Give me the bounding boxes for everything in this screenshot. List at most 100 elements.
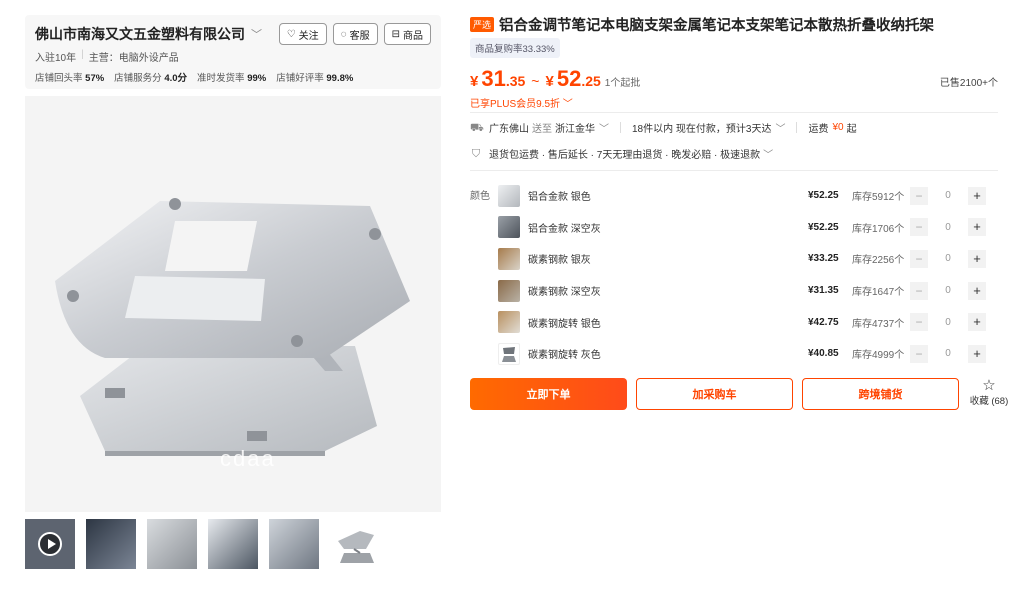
sku-stock: 库存4999个	[852, 350, 905, 362]
thumbnail-strip	[25, 519, 380, 569]
truck-icon: ⛟	[470, 121, 484, 134]
chevron-down-icon[interactable]: ﹀	[599, 120, 609, 135]
sku-list: 铝合金款 银色 ¥52.25 库存5912个 − 0 + 铝合金款 深空灰 ¥5…	[498, 180, 998, 370]
thumbnail[interactable]	[86, 519, 136, 569]
shield-icon: ⛉	[471, 147, 481, 160]
currency-symbol: ¥	[545, 73, 554, 90]
video-thumbnail[interactable]	[25, 519, 75, 569]
shop-card: 佛山市南海又文五金塑料有限公司 ﹀ ♡ 关注 ◌ 客服 ⊟ 商品 入驻10年 |…	[25, 15, 441, 89]
sku-stock: 库存5912个	[852, 192, 905, 204]
shop-stats: 店铺回头率 57% 店铺服务分 4.0分 准时发货率 99% 店铺好评率 99.…	[35, 70, 431, 84]
yanxuan-badge: 严选	[470, 17, 495, 32]
qty-minus-button[interactable]: −	[910, 281, 928, 300]
stand-thumb-icon	[338, 531, 374, 563]
goods-button[interactable]: ⊟ 商品	[383, 23, 431, 45]
repurchase-rate-badge: 商品复购率33.33%	[470, 38, 560, 58]
shop-header: 佛山市南海又文五金塑料有限公司 ﹀ ♡ 关注 ◌ 客服 ⊟ 商品	[35, 23, 431, 45]
shop-name[interactable]: 佛山市南海又文五金塑料有限公司	[35, 24, 245, 44]
ship-to-label: 送至	[532, 124, 552, 135]
shop-stat: 店铺回头率 57%	[35, 70, 104, 84]
qty-plus-button[interactable]: +	[968, 186, 986, 205]
sku-stock: 库存4737个	[852, 318, 905, 330]
qty-minus-button[interactable]: −	[910, 218, 928, 237]
ship-to[interactable]: 浙江金华	[555, 120, 595, 135]
stat-label: 店铺好评率	[276, 73, 324, 84]
services-text: 退货包运费 · 售后延长 · 7天无理由退货 · 晚发必赔 · 极速退款	[489, 150, 761, 161]
qty-plus-button[interactable]: +	[968, 218, 986, 237]
customer-service-button[interactable]: ◌ 客服	[332, 23, 378, 45]
qty-input[interactable]: 0	[928, 285, 968, 296]
sku-thumbnail[interactable]	[498, 216, 520, 239]
shop-years: 入驻10年	[35, 53, 77, 64]
thumbnail[interactable]	[208, 519, 258, 569]
store-icon: ⊟	[391, 28, 400, 40]
stand-thumb-icon	[502, 346, 516, 362]
divider	[796, 122, 798, 133]
thumbnail[interactable]	[147, 519, 197, 569]
qty-minus-button[interactable]: −	[910, 313, 928, 332]
qty-input[interactable]: 0	[928, 222, 968, 233]
sku-price: ¥52.25	[808, 221, 839, 233]
delivery-timing: 18件以内 现在付款，预计3天达	[632, 124, 772, 135]
qty-minus-button[interactable]: −	[910, 344, 928, 363]
shop-actions: ♡ 关注 ◌ 客服 ⊟ 商品	[278, 23, 431, 45]
product-title-row: 严选 铝合金调节笔记本电脑支架金属笔记本支架笔记本散热折叠收纳托架	[470, 14, 934, 35]
sku-stock: 库存1706个	[852, 223, 905, 235]
sku-thumbnail[interactable]	[498, 342, 520, 365]
sku-thumbnail[interactable]	[498, 184, 520, 207]
sku-name: 碳素钢款 深空灰	[528, 287, 601, 299]
price-max-int: 52	[556, 66, 582, 91]
services-row[interactable]: ⛉ 退货包运费 · 售后延长 · 7天无理由退货 · 晚发必赔 · 极速退款 ﹀	[470, 146, 774, 162]
add-to-cart-button[interactable]: 加采购车	[636, 378, 793, 410]
qty-plus-button[interactable]: +	[968, 313, 986, 332]
sku-name: 碳素钢旋转 银色	[528, 318, 601, 330]
qty-plus-button[interactable]: +	[968, 249, 986, 268]
plus-discount[interactable]: 已享PLUS会员9.5折 ﹀	[470, 95, 573, 110]
product-title: 铝合金调节笔记本电脑支架金属笔记本支架笔记本散热折叠收纳托架	[499, 18, 935, 34]
service-label: 客服	[349, 30, 370, 42]
chevron-down-icon: ﹀	[763, 150, 774, 161]
thumbnail[interactable]	[269, 519, 319, 569]
sku-row: 碳素钢款 深空灰 ¥31.35 库存1647个 − 0 +	[498, 275, 998, 307]
cross-border-button[interactable]: 跨境铺货	[802, 378, 959, 410]
main-product-image[interactable]: cdaa	[25, 96, 441, 512]
stat-value: 99.8%	[326, 73, 354, 84]
sku-price: ¥31.35	[808, 285, 839, 297]
chevron-down-icon[interactable]: ﹀	[251, 26, 262, 42]
sku-name: 铝合金款 深空灰	[528, 223, 601, 235]
qty-input[interactable]: 0	[928, 253, 968, 264]
qty-input[interactable]: 0	[928, 348, 968, 359]
stat-label: 店铺回头率	[35, 73, 83, 84]
sku-thumbnail[interactable]	[498, 247, 520, 270]
qty-plus-button[interactable]: +	[968, 281, 986, 300]
shop-stat: 店铺服务分 4.0分	[114, 70, 187, 84]
sku-price: ¥33.25	[808, 253, 839, 265]
sku-thumbnail[interactable]	[498, 279, 520, 302]
thumbnail[interactable]	[330, 519, 380, 569]
qty-input[interactable]: 0	[928, 190, 968, 201]
buy-now-button[interactable]: 立即下单	[470, 378, 627, 410]
ship-from: 广东佛山	[489, 124, 529, 135]
chevron-down-icon[interactable]: ﹀	[775, 120, 785, 135]
sku-stock: 库存2256个	[852, 255, 905, 267]
stat-label: 准时发货率	[197, 73, 245, 84]
favorite-button[interactable]: ☆ 收藏 (68)	[968, 378, 1010, 407]
qty-plus-button[interactable]: +	[968, 344, 986, 363]
follow-button[interactable]: ♡ 关注	[278, 23, 327, 45]
chat-icon: ◌	[340, 28, 347, 40]
sku-price: ¥42.75	[808, 316, 839, 328]
sku-stock: 库存1647个	[852, 287, 905, 299]
qty-input[interactable]: 0	[928, 317, 968, 328]
heart-icon: ♡	[286, 28, 296, 40]
qty-minus-button[interactable]: −	[910, 186, 928, 205]
price-min-int: 31	[481, 66, 506, 91]
price-min-dec: .35	[505, 73, 526, 89]
sku-thumbnail[interactable]	[498, 311, 520, 334]
currency-symbol: ¥	[470, 73, 479, 90]
favorite-label: 收藏 (68)	[969, 396, 1009, 407]
stat-label: 店铺服务分	[114, 73, 162, 84]
shop-stat: 准时发货率 99%	[197, 70, 266, 84]
shipping-fee-label: 运费	[808, 124, 829, 135]
qty-minus-button[interactable]: −	[910, 249, 928, 268]
price-separator: ~	[531, 73, 540, 89]
